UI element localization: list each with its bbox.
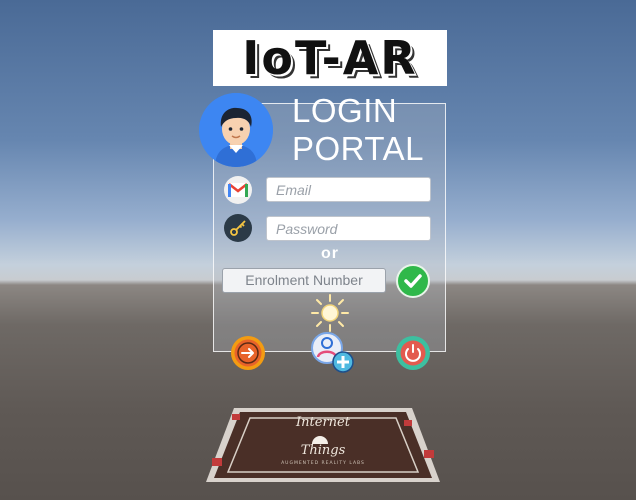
logo-text: IoT-AR — [242, 31, 418, 85]
key-icon — [224, 214, 252, 242]
password-field[interactable] — [266, 216, 431, 241]
power-icon — [396, 336, 430, 370]
login-arrow-button[interactable] — [229, 334, 267, 377]
gmail-icon — [224, 176, 252, 204]
add-user-icon — [311, 332, 354, 373]
marker-line-2: Things — [301, 443, 346, 458]
user-avatar-icon — [199, 93, 273, 167]
marker-line-1: Internet — [295, 415, 351, 430]
ar-marker-board: Internet Things AUGMENTED REALITY LABS — [204, 406, 442, 484]
app-logo: IoT-AR — [213, 30, 447, 86]
page-title: LOGIN PORTAL — [292, 92, 424, 168]
or-divider-label: or — [321, 245, 339, 262]
submit-button[interactable] — [396, 264, 430, 298]
checkmark-icon — [404, 274, 422, 288]
arrow-login-icon — [231, 336, 265, 370]
email-field[interactable] — [266, 177, 431, 202]
title-line-2: PORTAL — [292, 130, 424, 167]
title-line-1: LOGIN — [292, 92, 398, 129]
marker-subtitle: AUGMENTED REALITY LABS — [281, 460, 365, 466]
power-button[interactable] — [394, 334, 432, 377]
add-user-button[interactable] — [310, 331, 356, 380]
enrolment-number-field[interactable]: Enrolment Number — [222, 268, 386, 293]
